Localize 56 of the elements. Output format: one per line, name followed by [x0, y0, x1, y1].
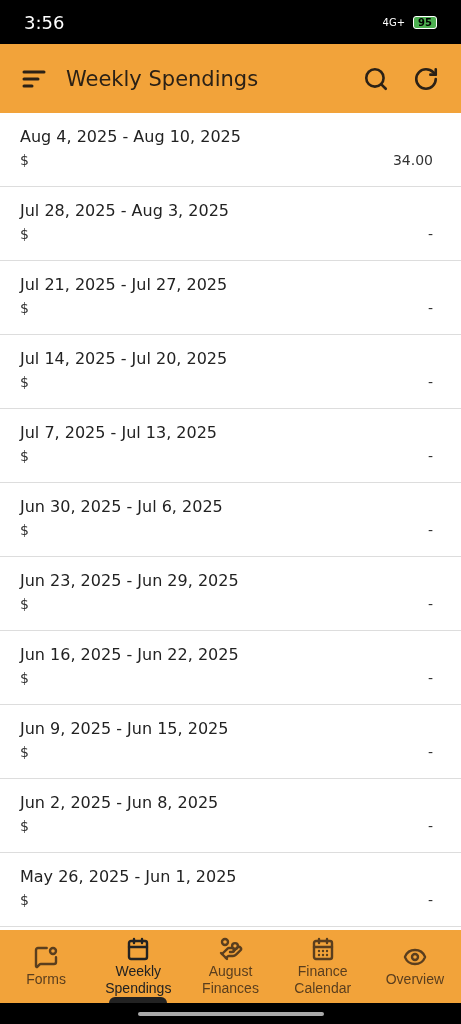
hands-coin-icon: [218, 936, 243, 961]
week-range: Jun 16, 2025 - Jun 22, 2025: [20, 645, 240, 664]
week-amount: -: [427, 892, 433, 908]
currency-symbol: $: [20, 670, 29, 686]
week-row[interactable]: Jul 28, 2025 - Aug 3, 2025 $ -: [0, 187, 461, 261]
week-amount: -: [427, 670, 433, 686]
page-title: Weekly Spendings: [66, 66, 260, 91]
calendar-grid-icon: [310, 936, 335, 961]
nav-tab[interactable]: Weekly Spendings: [92, 930, 185, 1003]
week-row[interactable]: Jul 14, 2025 - Jul 20, 2025 $ -: [0, 335, 461, 409]
calendar-icon: [126, 936, 151, 961]
week-amount: -: [427, 300, 433, 316]
nav-tab[interactable]: Forms: [0, 930, 93, 1003]
week-range: Jun 30, 2025 - Jul 6, 2025: [20, 497, 224, 516]
week-range: May 26, 2025 - Jun 1, 2025: [20, 867, 238, 886]
currency-symbol: $: [20, 448, 29, 464]
status-time: 3:56: [24, 11, 65, 33]
week-amount: -: [427, 448, 433, 464]
currency-symbol: $: [20, 818, 29, 834]
week-range: Jun 9, 2025 - Jun 15, 2025: [20, 719, 230, 738]
currency-symbol: $: [20, 226, 29, 242]
week-row[interactable]: Jul 21, 2025 - Jul 27, 2025 $ -: [0, 261, 461, 335]
week-range: Jul 28, 2025 - Aug 3, 2025: [20, 201, 230, 220]
week-amount: -: [427, 818, 433, 834]
week-row[interactable]: Jun 2, 2025 - Jun 8, 2025 $ -: [0, 779, 461, 853]
week-amount: -: [427, 522, 433, 538]
week-row[interactable]: Jun 9, 2025 - Jun 15, 2025 $ -: [0, 705, 461, 779]
nav-tab[interactable]: Finance Calendar: [276, 930, 369, 1003]
week-row[interactable]: Jun 30, 2025 - Jul 6, 2025 $ -: [0, 483, 461, 557]
week-amount: 34.00: [392, 152, 433, 168]
currency-symbol: $: [20, 596, 29, 612]
nav-tab[interactable]: August Finances: [184, 930, 277, 1003]
week-range: Jun 2, 2025 - Jun 8, 2025: [20, 793, 220, 812]
battery-level: 95: [413, 15, 437, 29]
currency-symbol: $: [20, 374, 29, 390]
currency-symbol: $: [20, 744, 29, 760]
week-amount: -: [427, 744, 433, 760]
week-amount: -: [427, 226, 433, 242]
week-row[interactable]: Aug 4, 2025 - Aug 10, 2025 $ 34.00: [0, 113, 461, 187]
nav-tab[interactable]: Overview: [368, 930, 461, 1003]
week-amount: -: [427, 374, 433, 390]
week-row[interactable]: Jul 7, 2025 - Jul 13, 2025 $ -: [0, 409, 461, 483]
week-range: Jun 23, 2025 - Jun 29, 2025: [20, 571, 240, 590]
week-range: Jul 7, 2025 - Jul 13, 2025: [20, 423, 219, 442]
week-row[interactable]: Jun 23, 2025 - Jun 29, 2025 $ -: [0, 557, 461, 631]
currency-symbol: $: [20, 522, 29, 538]
week-row[interactable]: May 26, 2025 - Jun 1, 2025 $ -: [0, 853, 461, 927]
week-row[interactable]: Jun 16, 2025 - Jun 22, 2025 $ -: [0, 631, 461, 705]
network-label: 4G+: [382, 16, 406, 28]
week-range: Jul 21, 2025 - Jul 27, 2025: [20, 275, 229, 294]
currency-symbol: $: [20, 892, 29, 908]
week-amount: -: [427, 596, 433, 612]
week-range: Aug 4, 2025 - Aug 10, 2025: [20, 127, 242, 146]
week-range: Jul 14, 2025 - Jul 20, 2025: [20, 349, 229, 368]
currency-symbol: $: [20, 300, 29, 316]
currency-symbol: $: [20, 152, 29, 168]
